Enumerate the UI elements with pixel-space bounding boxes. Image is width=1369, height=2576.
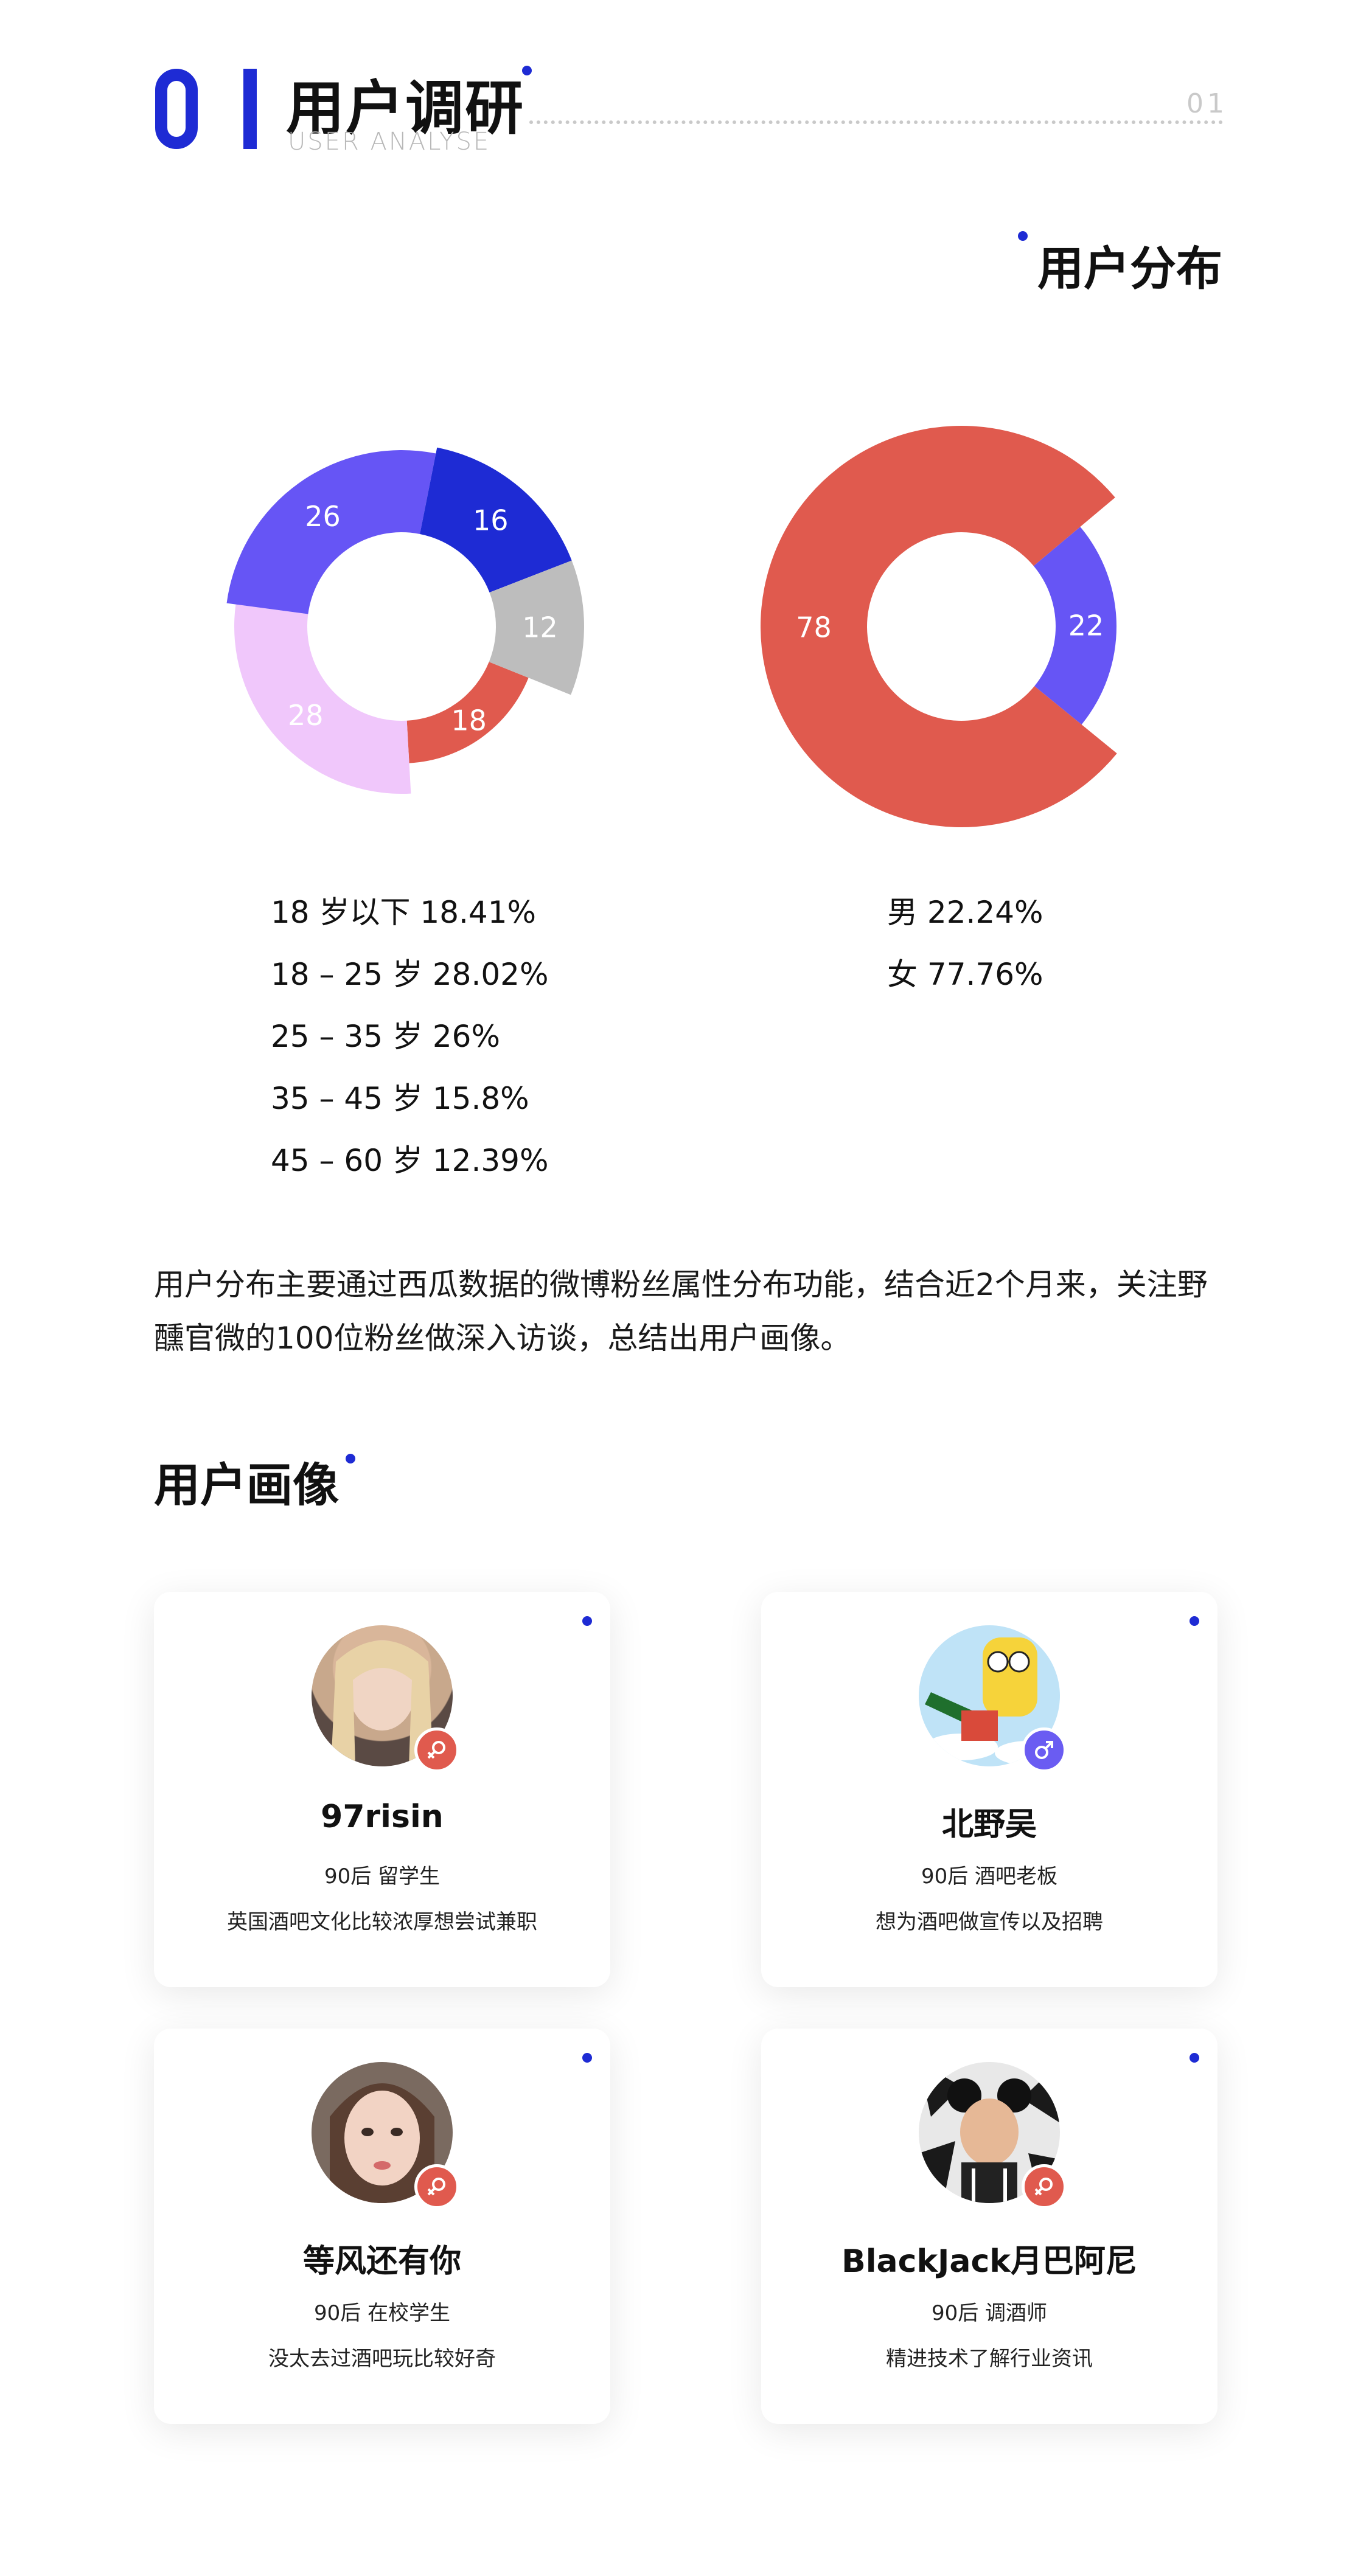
female-icon — [414, 1727, 459, 1772]
user-desc: 想为酒吧做宣传以及招聘 — [876, 1910, 1103, 1934]
accent-dot — [1190, 2053, 1199, 2063]
accent-dot — [582, 1616, 592, 1626]
user-name: 北野吴 — [941, 1807, 1037, 1843]
donut-value-label: 22 — [1068, 609, 1104, 642]
accent-dot — [346, 1454, 355, 1463]
user-name: BlackJack月巴阿尼 — [841, 2243, 1137, 2280]
gender-legend-item: 男 22.24% — [887, 895, 1043, 930]
accent-dot — [582, 2053, 592, 2063]
age-legend-item: 18 岁以下 18.41% — [271, 895, 537, 930]
age-legend-item: 45 – 60 岁 12.39% — [271, 1143, 549, 1178]
distribution-title: 用户分布 — [1037, 241, 1222, 296]
user-desc: 英国酒吧文化比较浓厚想尝试兼职 — [227, 1910, 537, 1934]
donut-value-label: 26 — [305, 500, 341, 533]
user-meta: 90后 在校学生 — [313, 2301, 451, 2325]
donut-value-label: 78 — [796, 611, 832, 644]
dotted-divider — [529, 120, 1223, 124]
distribution-paragraph: 用户分布主要通过西瓜数据的微博粉丝属性分布功能，结合近2个月来，关注野醺官微的1… — [154, 1267, 1208, 1356]
section-number-one — [243, 69, 257, 149]
user-name: 等风还有你 — [302, 2243, 461, 2280]
page-number: 01 — [1186, 88, 1228, 119]
age-legend-item: 18 – 25 岁 28.02% — [271, 957, 549, 992]
male-icon — [1022, 1727, 1067, 1772]
user-meta: 90后 留学生 — [324, 1864, 441, 1889]
user-card[interactable]: BlackJack月巴阿尼 90后 调酒师 精进技术了解行业资讯 — [761, 2029, 1217, 2424]
accent-dot — [1190, 1616, 1199, 1626]
age-donut-chart: 18 28 26 16 12 — [226, 447, 584, 794]
age-legend-item: 35 – 45 岁 15.8% — [271, 1081, 529, 1116]
donut-value-label: 28 — [288, 699, 324, 732]
user-card[interactable]: 北野吴 90后 酒吧老板 想为酒吧做宣传以及招聘 — [761, 1592, 1217, 1987]
age-legend-item: 25 – 35 岁 26% — [271, 1019, 500, 1054]
accent-dot — [1018, 231, 1028, 241]
donut-value-label: 16 — [473, 504, 509, 537]
section-number-zero — [155, 69, 198, 149]
female-icon — [1022, 2164, 1067, 2209]
gender-legend-item: 女 77.76% — [887, 957, 1043, 992]
donut-value-label: 12 — [522, 611, 558, 644]
user-meta: 90后 酒吧老板 — [921, 1864, 1058, 1889]
user-desc: 没太去过酒吧玩比较好奇 — [268, 2347, 496, 2371]
user-card[interactable]: 等风还有你 90后 在校学生 没太去过酒吧玩比较好奇 — [154, 2029, 610, 2424]
user-meta: 90后 调酒师 — [931, 2301, 1048, 2325]
page-subtitle: USER ANALYSE — [288, 128, 491, 156]
gender-donut-chart: 22 78 — [760, 426, 1117, 827]
portraits-title: 用户画像 — [154, 1458, 339, 1512]
female-icon — [414, 2164, 459, 2209]
accent-dot — [522, 66, 532, 75]
donut-value-label: 18 — [451, 704, 487, 737]
user-name: 97risin — [321, 1799, 444, 1835]
user-card[interactable]: 97risin 90后 留学生 英国酒吧文化比较浓厚想尝试兼职 — [154, 1592, 610, 1987]
user-desc: 精进技术了解行业资讯 — [886, 2347, 1093, 2371]
